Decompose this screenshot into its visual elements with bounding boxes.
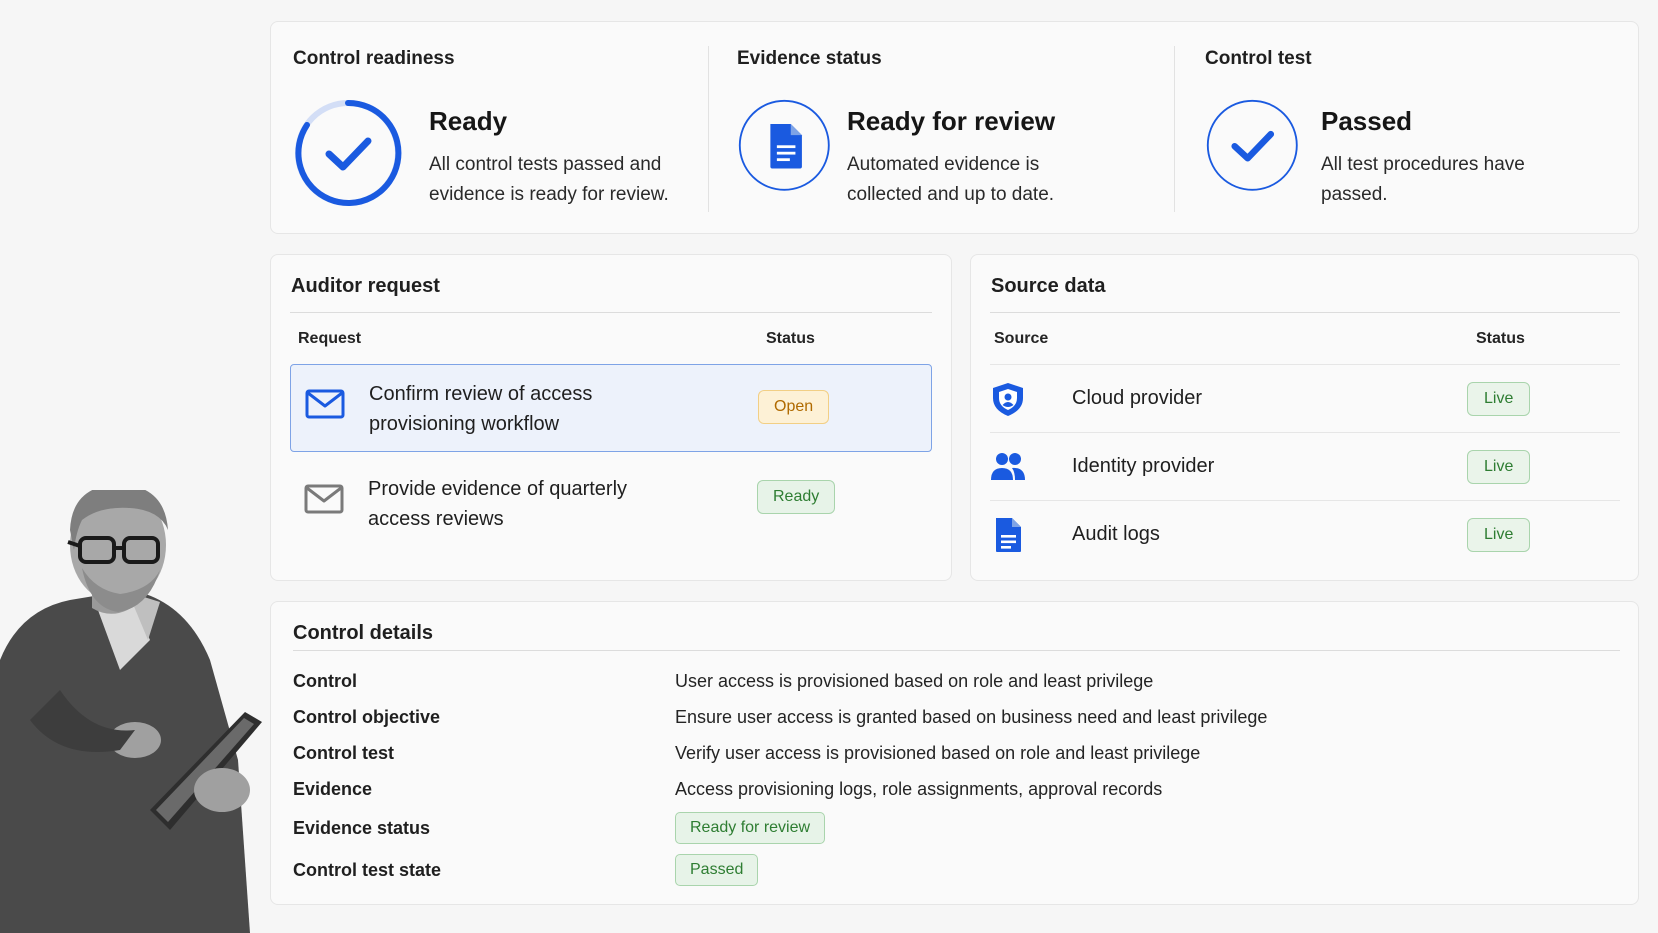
mail-icon — [304, 484, 344, 514]
divider — [1174, 46, 1175, 212]
column-header-status: Status — [766, 330, 815, 347]
control-test-value: Verify user access is provisioned based … — [675, 743, 1201, 763]
control-test-state-badge: Passed — [675, 854, 759, 886]
control-test-description: All test procedures have passed. — [1321, 154, 1525, 205]
check-circle-icon — [295, 99, 402, 206]
person-with-tablet-photo — [0, 490, 262, 933]
check-circle-icon — [1206, 99, 1298, 191]
request-text: Provide evidence of quarterly access rev… — [368, 478, 628, 530]
status-badge-live: Live — [1467, 382, 1531, 416]
status-badge-live: Live — [1467, 518, 1531, 552]
control-test-title: Control test — [1205, 48, 1312, 69]
source-label: Identity provider — [1072, 455, 1215, 477]
divider — [290, 312, 932, 313]
evidence-status-headline: Ready for review — [847, 106, 1056, 136]
status-badge-live: Live — [1467, 450, 1531, 484]
document-icon — [738, 99, 830, 191]
control-test-state-label: Control test state — [293, 860, 442, 880]
source-data-title: Source data — [991, 275, 1106, 297]
control-details-panel: Control details Control User access is p… — [270, 601, 1639, 905]
control-details-title: Control details — [293, 622, 434, 644]
evidence-status-description: Automated evidence is collected and up t… — [847, 154, 1055, 205]
evidence-status-section: Evidence status Ready for review Automat… — [715, 22, 1175, 233]
document-icon — [996, 518, 1021, 552]
control-readiness-description: All control tests passed and evidence is… — [429, 154, 669, 205]
control-readiness-headline: Ready — [429, 106, 508, 136]
control-test-label: Control test — [293, 743, 394, 763]
status-summary-card: Control readiness Ready All control test… — [270, 21, 1639, 234]
control-objective-label: Control objective — [293, 707, 441, 727]
source-row[interactable]: Cloud provider Live — [990, 365, 1620, 433]
control-value: User access is provisioned based on role… — [675, 671, 1154, 691]
evidence-value: Access provisioning logs, role assignmen… — [675, 779, 1163, 799]
control-readiness-title: Control readiness — [293, 48, 455, 69]
request-row[interactable]: Provide evidence of quarterly access rev… — [290, 460, 932, 548]
request-text: Confirm review of access provisioning wo… — [369, 383, 593, 435]
request-row[interactable]: Confirm review of access provisioning wo… — [290, 364, 932, 452]
divider — [293, 650, 1620, 651]
control-objective-value: Ensure user access is granted based on b… — [675, 707, 1268, 727]
control-label: Control — [293, 671, 357, 691]
auditor-request-title: Auditor request — [291, 275, 440, 297]
control-test-section: Control test Passed All test procedures … — [1183, 22, 1623, 233]
control-test-headline: Passed — [1321, 106, 1413, 136]
users-icon — [991, 453, 1025, 480]
status-badge-ready: Ready — [757, 480, 836, 514]
evidence-status-title: Evidence status — [737, 48, 882, 69]
source-row[interactable]: Identity provider Live — [990, 433, 1620, 501]
source-data-panel: Source data Source Status Cloud provider… — [970, 254, 1639, 581]
shield-icon — [993, 383, 1023, 416]
mail-icon — [305, 389, 345, 419]
column-header-status: Status — [1476, 330, 1525, 347]
control-readiness-section: Control readiness Ready All control test… — [271, 22, 711, 233]
source-label: Cloud provider — [1072, 387, 1203, 409]
auditor-request-panel: Auditor request Request Status Confirm r… — [270, 254, 952, 581]
column-header-request: Request — [298, 330, 362, 347]
evidence-label: Evidence — [293, 779, 373, 799]
evidence-status-badge: Ready for review — [675, 812, 826, 844]
source-row[interactable]: Audit logs Live — [990, 501, 1620, 569]
status-badge-open: Open — [758, 390, 830, 424]
evidence-status-label: Evidence status — [293, 818, 431, 838]
source-label: Audit logs — [1072, 523, 1160, 545]
column-header-source: Source — [994, 330, 1049, 347]
divider — [708, 46, 709, 212]
divider — [990, 312, 1620, 313]
